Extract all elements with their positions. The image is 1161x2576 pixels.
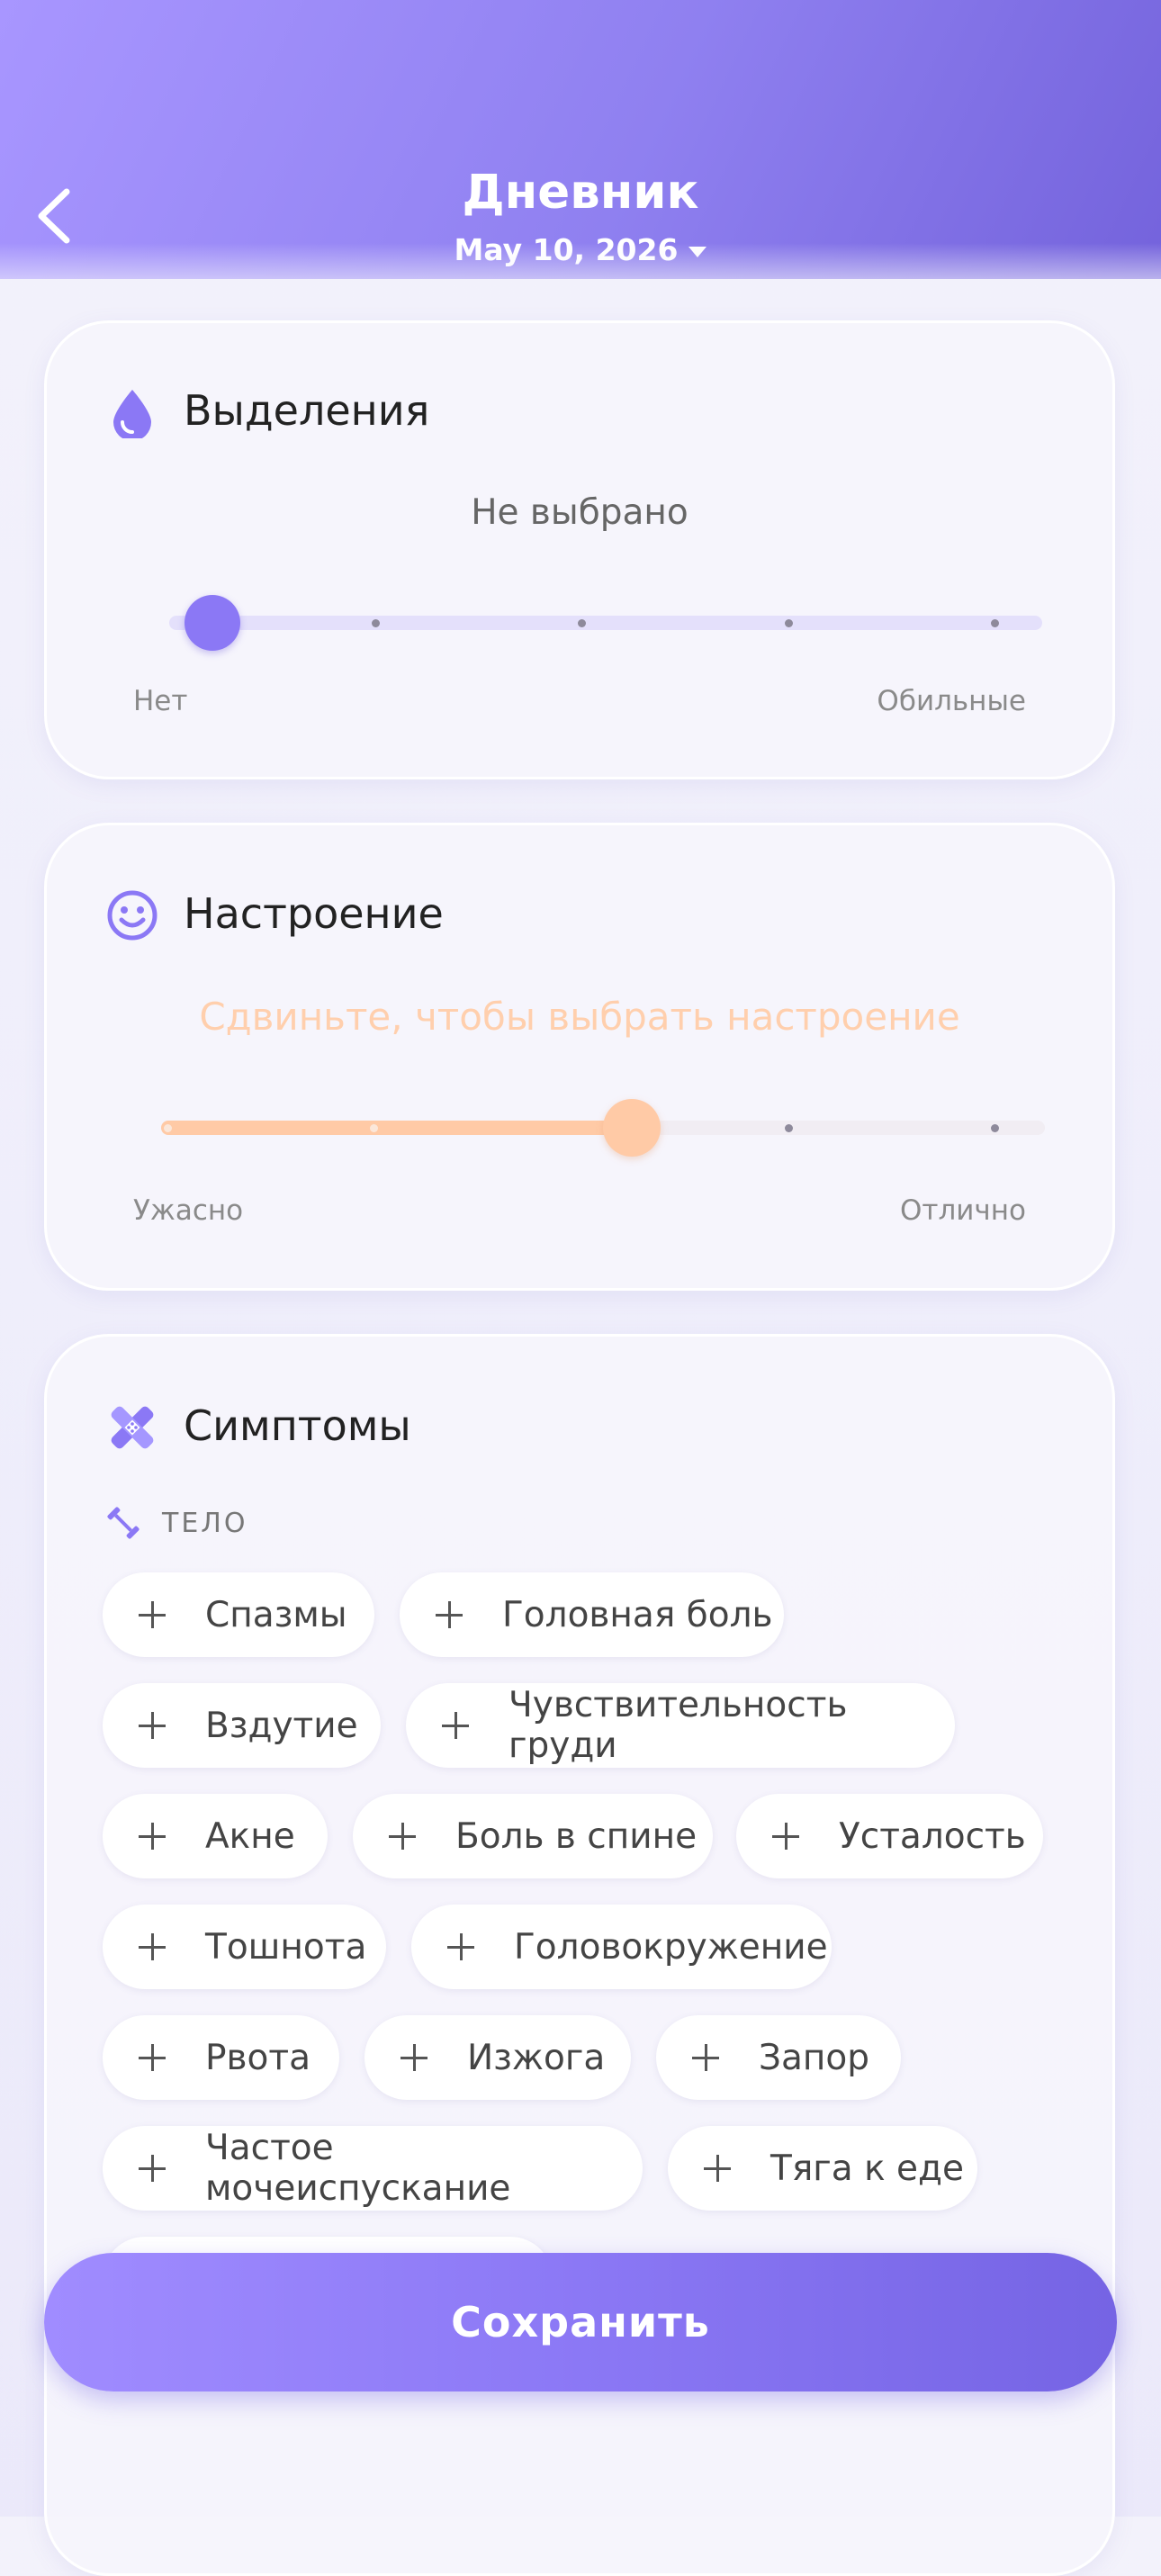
discharge-slider-tick [372,619,380,627]
mood-card: Настроение Сдвиньте, чтобы выбрать настр… [44,823,1115,1291]
save-button[interactable]: Сохранить [44,2253,1117,2391]
symptom-chip[interactable]: Рвота [103,2015,339,2100]
chip-label: Изжога [467,2037,606,2078]
plus-icon [704,2155,731,2182]
date-label: May 10, 2026 [454,232,679,267]
header: Дневник May 10, 2026 [0,0,1161,279]
plus-icon [139,1933,166,1960]
discharge-slider-tick [785,619,793,627]
mood-slider-tick [164,1124,172,1132]
mood-slider-thumb[interactable] [603,1099,661,1157]
plus-icon [692,2044,719,2071]
symptom-chip[interactable]: Акне [103,1794,328,1878]
plus-icon [139,2044,166,2071]
mood-title: Настроение [184,889,444,938]
discharge-status: Не выбрано [471,492,688,533]
date-selector[interactable]: May 10, 2026 [0,232,1161,267]
plus-icon [447,1933,474,1960]
discharge-card: Выделения Не выбрано Нет Обильные [44,320,1115,779]
mood-slider-fill [161,1121,632,1135]
chip-label: Вздутие [205,1705,358,1746]
plus-icon [442,1712,469,1739]
mood-hint: Сдвиньте, чтобы выбрать настроение [199,995,960,1039]
chip-label: Спазмы [205,1594,347,1635]
symptoms-title: Симптомы [184,1401,411,1450]
plus-icon [139,2155,166,2182]
discharge-slider-tick [991,619,999,627]
chip-label: Боль в спине [455,1815,698,1857]
chip-label: Акне [205,1815,295,1857]
discharge-title: Выделения [184,386,430,435]
symptom-chip[interactable]: Чувствительность груди [406,1683,955,1768]
symptom-chip[interactable]: Усталость [736,1794,1043,1878]
chip-label: Головокружение [514,1926,828,1968]
plus-icon [400,2044,428,2071]
chip-label: Запор [759,2037,870,2078]
plus-icon [139,1823,166,1850]
chip-label: Усталость [839,1815,1026,1857]
page-title: Дневник [462,165,699,220]
caret-down-icon [688,246,707,257]
discharge-slider-track[interactable] [169,616,1042,630]
discharge-slider-thumb[interactable] [184,595,240,651]
plus-icon [389,1823,416,1850]
chip-label: Головная боль [502,1594,773,1635]
bandage-icon [111,1406,154,1449]
symptom-chip[interactable]: Спазмы [103,1572,374,1657]
chip-label: Чувствительность груди [508,1685,848,1766]
chip-label: Частое мочеиспускание [205,2128,511,2209]
chip-label: Тошнота [205,1926,367,1968]
discharge-slider-tick [578,619,586,627]
chip-label: Рвота [205,2037,310,2078]
dumbbell-icon [107,1507,140,1539]
plus-icon [772,1823,799,1850]
symptom-chip[interactable]: Тяга к еде [668,2126,977,2211]
symptom-chip[interactable]: Частое мочеиспускание [103,2126,643,2211]
symptom-chip[interactable]: Запор [656,2015,901,2100]
discharge-max-label: Обильные [877,685,1026,717]
plus-icon [436,1601,463,1628]
drop-icon [113,390,151,438]
mood-slider-tick [370,1124,378,1132]
mood-slider-tick [785,1124,793,1132]
mood-slider-tick [991,1124,999,1132]
discharge-min-label: Нет [133,685,188,717]
symptom-chip[interactable]: Головокружение [411,1905,832,1989]
mood-max-label: Отлично [900,1194,1026,1227]
plus-icon [139,1712,166,1739]
mood-min-label: Ужасно [133,1194,244,1227]
plus-icon [139,1601,166,1628]
symptom-chip[interactable]: Вздутие [103,1683,381,1768]
chip-label: Тяга к еде [770,2148,964,2189]
symptom-chip[interactable]: Изжога [364,2015,631,2100]
smiley-icon [107,890,158,941]
symptom-chip[interactable]: Боль в спине [353,1794,713,1878]
section-label-body: ТЕЛО [162,1508,248,1539]
symptom-chip[interactable]: Головная боль [400,1572,784,1657]
symptom-chip[interactable]: Тошнота [103,1905,386,1989]
